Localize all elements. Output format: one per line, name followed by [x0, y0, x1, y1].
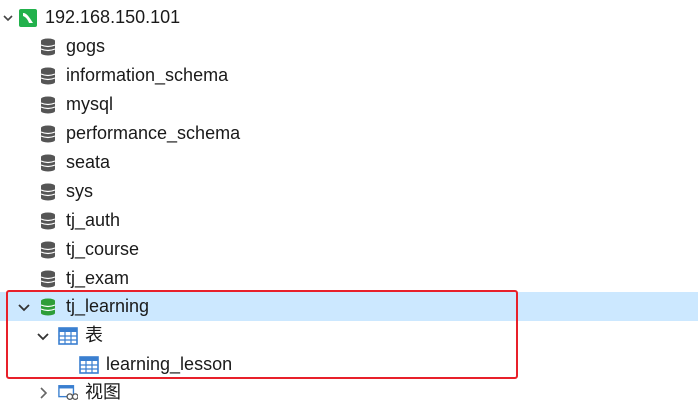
- database-label: tj_exam: [66, 268, 130, 288]
- table-icon: [79, 355, 99, 375]
- database-icon: [38, 95, 58, 115]
- database-label: tj_course: [66, 239, 140, 259]
- connection-label: 192.168.150.101: [45, 7, 181, 27]
- view-group-icon: [58, 383, 78, 403]
- database-row[interactable]: gogs: [0, 32, 698, 61]
- database-row[interactable]: information_schema: [0, 61, 698, 90]
- database-icon: [38, 66, 58, 86]
- database-row[interactable]: sys: [0, 177, 698, 206]
- database-row-selected[interactable]: tj_learning: [0, 292, 698, 321]
- chevron-down-icon[interactable]: [2, 12, 14, 24]
- database-icon: [38, 153, 58, 173]
- connection-row[interactable]: 192.168.150.101: [0, 3, 698, 32]
- database-icon: [38, 240, 58, 260]
- database-label: tj_learning: [66, 296, 150, 316]
- database-label: sys: [66, 181, 93, 201]
- database-row[interactable]: tj_auth: [0, 206, 698, 235]
- chevron-right-icon[interactable]: [37, 386, 49, 399]
- database-label: mysql: [66, 94, 114, 114]
- database-row[interactable]: tj_course: [0, 235, 698, 264]
- navigation-tree: 192.168.150.101 gogs information_schema …: [0, 0, 698, 406]
- database-label: tj_auth: [66, 210, 121, 230]
- database-icon: [38, 182, 58, 202]
- database-label: performance_schema: [66, 123, 241, 143]
- tables-group-row[interactable]: 表: [0, 321, 698, 350]
- database-label: seata: [66, 152, 111, 172]
- database-icon: [38, 269, 58, 289]
- database-label: gogs: [66, 36, 106, 56]
- chevron-down-icon[interactable]: [37, 330, 49, 342]
- views-group-row[interactable]: 视图: [0, 378, 698, 406]
- database-open-icon: [38, 297, 58, 317]
- table-label: learning_lesson: [106, 354, 233, 374]
- database-row[interactable]: tj_exam: [0, 264, 698, 293]
- database-icon: [38, 211, 58, 231]
- database-icon: [38, 37, 58, 57]
- table-group-icon: [58, 326, 78, 346]
- table-row[interactable]: learning_lesson: [0, 350, 698, 379]
- database-icon: [38, 124, 58, 144]
- chevron-down-icon[interactable]: [18, 301, 30, 313]
- database-row[interactable]: mysql: [0, 90, 698, 119]
- views-group-label: 视图: [85, 382, 121, 402]
- database-row[interactable]: performance_schema: [0, 119, 698, 148]
- connection-icon: [18, 8, 38, 28]
- database-label: information_schema: [66, 65, 229, 85]
- database-row[interactable]: seata: [0, 148, 698, 177]
- tables-group-label: 表: [85, 325, 103, 345]
